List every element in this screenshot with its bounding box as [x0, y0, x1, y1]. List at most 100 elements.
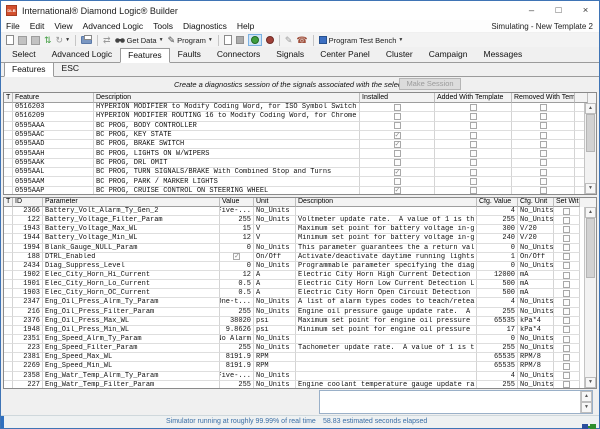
- menu-item-view[interactable]: View: [49, 21, 77, 31]
- parameter-row[interactable]: 216Eng_Oil_Press_Filter_Param255No_Units…: [4, 308, 596, 317]
- added-checkbox[interactable]: [470, 159, 477, 166]
- added-checkbox[interactable]: [470, 178, 477, 185]
- removed-checkbox[interactable]: [540, 141, 547, 148]
- features-header-description[interactable]: Description: [94, 93, 360, 103]
- feature-row[interactable]: 0595AAKBC PROG, DRL OMIT: [4, 159, 596, 168]
- tab-campaign[interactable]: Campaign: [421, 47, 476, 62]
- removed-checkbox[interactable]: [540, 113, 547, 120]
- set-with-checkbox[interactable]: [563, 290, 570, 297]
- removed-checkbox[interactable]: [540, 132, 547, 139]
- parameter-row[interactable]: 1901Elec_City_Horn_Lo_Current0.5AElectri…: [4, 280, 596, 289]
- set-with-checkbox[interactable]: [563, 354, 570, 361]
- close-button[interactable]: ×: [572, 1, 599, 20]
- parameters-header-t[interactable]: T: [4, 198, 13, 207]
- parameter-row[interactable]: 2381Eng_Speed_Max_WL8191.9RPM65535RPM/8: [4, 353, 596, 362]
- handset-button[interactable]: ☎: [294, 34, 309, 47]
- parameter-row[interactable]: 223Eng_Speed_Filter_Param255No_UnitsTach…: [4, 344, 596, 353]
- feature-row[interactable]: 0595AADBC PROG, BRAKE SWITCH✓: [4, 140, 596, 149]
- parameters-header-value[interactable]: Value: [220, 198, 254, 207]
- set-with-checkbox[interactable]: [563, 308, 570, 315]
- tab-advanced-logic[interactable]: Advanced Logic: [44, 47, 121, 62]
- set-with-checkbox[interactable]: [563, 299, 570, 306]
- set-with-checkbox[interactable]: [563, 244, 570, 251]
- menu-item-advanced-logic[interactable]: Advanced Logic: [78, 21, 149, 31]
- tab-center-panel[interactable]: Center Panel: [312, 47, 378, 62]
- parameter-row[interactable]: 2347Eng_Oil_Press_Alrm_Ty_ParamOne-t...N…: [4, 298, 596, 307]
- added-checkbox[interactable]: [470, 169, 477, 176]
- parameters-header-cfg_value[interactable]: Cfg. Value: [477, 198, 518, 207]
- scroll-down-icon[interactable]: ▼: [581, 402, 592, 413]
- set-with-checkbox[interactable]: [563, 253, 570, 260]
- parameter-row[interactable]: 2376Eng_Oil_Press_Max_WL38020psiMaximum …: [4, 317, 596, 326]
- installed-checkbox[interactable]: [394, 178, 401, 185]
- feature-row[interactable]: 0595AAPBC PROG, CRUISE CONTROL ON STEERI…: [4, 187, 596, 195]
- parameter-row[interactable]: 2434Diag_Suppress_Level0No_UnitsProgramm…: [4, 262, 596, 271]
- set-with-checkbox[interactable]: [563, 262, 570, 269]
- menu-item-file[interactable]: File: [1, 21, 25, 31]
- set-with-checkbox[interactable]: [563, 272, 570, 279]
- removed-checkbox[interactable]: [540, 169, 547, 176]
- menu-item-tools[interactable]: Tools: [148, 21, 178, 31]
- parameter-row[interactable]: 1902Elec_City_Horn_Hi_Current12AElectric…: [4, 271, 596, 280]
- parameter-row[interactable]: 188DTRL_Enabled✓On/OffActivate/deactivat…: [4, 253, 596, 262]
- added-checkbox[interactable]: [470, 113, 477, 120]
- stop-button[interactable]: [234, 34, 246, 47]
- save-all-button[interactable]: [29, 34, 42, 47]
- removed-checkbox[interactable]: [540, 104, 547, 111]
- scrollbar-thumb[interactable]: [586, 218, 595, 278]
- parameters-header-parameter[interactable]: Parameter: [43, 198, 220, 207]
- installed-checkbox[interactable]: [394, 159, 401, 166]
- installed-checkbox[interactable]: [394, 104, 401, 111]
- set-with-checkbox[interactable]: [563, 326, 570, 333]
- set-with-checkbox[interactable]: [563, 281, 570, 288]
- added-checkbox[interactable]: [470, 122, 477, 129]
- scroll-up-icon[interactable]: ▲: [581, 391, 592, 402]
- parameter-row[interactable]: 1903Elec_City_Horn_OC_Current0.5AElectri…: [4, 289, 596, 298]
- parameter-row[interactable]: 2366Battery_Volt_Alarm_Ty_Gen_2Five-...N…: [4, 207, 596, 216]
- program-test-bench-button[interactable]: Program Test Bench▼: [317, 34, 406, 47]
- import-button[interactable]: ⇅: [42, 34, 54, 47]
- feature-row[interactable]: 0595AAHBC PROG, LIGHTS ON W/WIPERS: [4, 149, 596, 158]
- tab-features[interactable]: Features: [120, 48, 170, 63]
- message-box-scrollbar[interactable]: ▲ ▼: [580, 391, 592, 413]
- installed-checkbox[interactable]: ✓: [394, 141, 401, 148]
- feature-row[interactable]: 0595AAABC PROG, BODY CONTROLLER: [4, 122, 596, 131]
- parameters-header-cfg_unit[interactable]: Cfg. Unit: [518, 198, 554, 207]
- save-button[interactable]: [16, 34, 29, 47]
- menu-item-diagnostics[interactable]: Diagnostics: [178, 21, 232, 31]
- tab-select[interactable]: Select: [4, 47, 44, 62]
- tab-connectors[interactable]: Connectors: [209, 47, 268, 62]
- set-with-checkbox[interactable]: [563, 235, 570, 242]
- parameters-header-set_wit[interactable]: Set Wit...: [554, 198, 580, 207]
- scroll-up-icon[interactable]: ▲: [585, 207, 596, 218]
- new-document-button[interactable]: [4, 34, 16, 47]
- set-with-checkbox[interactable]: [563, 381, 570, 388]
- make-session-button[interactable]: Make Session: [399, 78, 461, 90]
- added-checkbox[interactable]: [470, 150, 477, 157]
- value-checkbox[interactable]: ✓: [233, 253, 240, 260]
- report-button[interactable]: [222, 34, 234, 47]
- scroll-down-icon[interactable]: ▼: [585, 183, 596, 194]
- parameter-row[interactable]: 2269Eng_Speed_Min_WL8191.9RPM65535RPM/8: [4, 362, 596, 371]
- minimize-button[interactable]: –: [518, 1, 545, 20]
- features-header-extra[interactable]: [575, 93, 588, 103]
- message-box[interactable]: ▲ ▼: [319, 390, 593, 414]
- subtab-esc[interactable]: ESC: [54, 61, 87, 76]
- installed-checkbox[interactable]: [394, 113, 401, 120]
- parameter-row[interactable]: 1948Eng_Oil_Press_Min_WL9.8626psiMinimum…: [4, 326, 596, 335]
- features-header-t[interactable]: T: [4, 93, 13, 103]
- feature-row[interactable]: 0516209HYPERION MODIFIER ROUTING 16 to M…: [4, 112, 596, 121]
- installed-checkbox[interactable]: [394, 122, 401, 129]
- tab-faults[interactable]: Faults: [170, 47, 209, 62]
- edit-tool-button[interactable]: ✎: [283, 34, 295, 47]
- removed-checkbox[interactable]: [540, 178, 547, 185]
- added-checkbox[interactable]: [470, 132, 477, 139]
- set-with-checkbox[interactable]: [563, 345, 570, 352]
- feature-row[interactable]: 0516203HYPERION MODIFIER to Modify Codin…: [4, 103, 596, 112]
- set-with-checkbox[interactable]: [563, 226, 570, 233]
- installed-checkbox[interactable]: ✓: [394, 187, 401, 194]
- set-with-checkbox[interactable]: [563, 217, 570, 224]
- start-simulation-button[interactable]: [246, 34, 264, 47]
- print-button[interactable]: [79, 34, 94, 47]
- set-with-checkbox[interactable]: [563, 336, 570, 343]
